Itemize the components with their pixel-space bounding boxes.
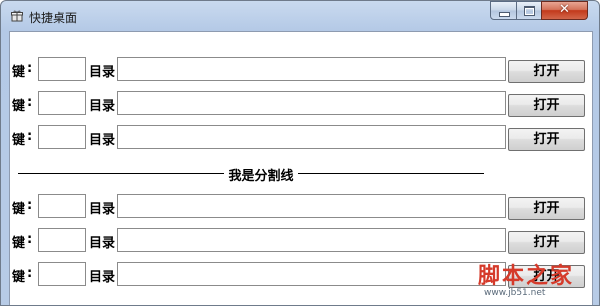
minimize-icon <box>499 12 510 17</box>
maximize-button[interactable] <box>516 1 542 20</box>
minimize-button[interactable] <box>490 1 517 20</box>
key-label: 键 <box>12 202 26 217</box>
maximize-icon <box>524 6 535 16</box>
directory-input[interactable] <box>117 194 506 218</box>
key-colon: : <box>27 232 33 247</box>
key-label: 键 <box>12 133 26 148</box>
open-button[interactable]: 打开 <box>508 60 585 83</box>
key-colon: : <box>27 266 33 281</box>
window-title: 快捷桌面 <box>29 11 78 25</box>
open-button[interactable]: 打开 <box>508 231 585 254</box>
directory-label: 目录 <box>89 99 116 114</box>
key-input[interactable] <box>38 228 86 252</box>
key-colon: : <box>27 61 33 76</box>
shortcut-row-3: 键 : 目录 打开 <box>10 125 594 151</box>
key-colon: : <box>27 198 33 213</box>
title-bar[interactable]: 快捷桌面 ✕ <box>1 1 599 31</box>
close-icon: ✕ <box>559 2 570 17</box>
directory-label: 目录 <box>89 236 116 251</box>
directory-input[interactable] <box>117 262 506 286</box>
key-input[interactable] <box>38 91 86 115</box>
divider-line-right <box>298 173 484 174</box>
key-input[interactable] <box>38 57 86 81</box>
key-label: 键 <box>12 65 26 80</box>
key-label: 键 <box>12 270 26 285</box>
key-colon: : <box>27 95 33 110</box>
divider-line-left <box>18 173 224 174</box>
directory-label: 目录 <box>89 133 116 148</box>
directory-input[interactable] <box>117 125 506 149</box>
shortcut-row-2: 键 : 目录 打开 <box>10 91 594 117</box>
key-label: 键 <box>12 236 26 251</box>
watermark-url: www.jb51.net <box>484 288 546 298</box>
key-input[interactable] <box>38 194 86 218</box>
shortcut-row-5: 键 : 目录 打开 <box>10 228 594 254</box>
key-input[interactable] <box>38 262 86 286</box>
key-input[interactable] <box>38 125 86 149</box>
directory-input[interactable] <box>117 228 506 252</box>
directory-label: 目录 <box>89 202 116 217</box>
divider-label: 我是分割线 <box>228 169 294 184</box>
shortcut-row-1: 键 : 目录 打开 <box>10 57 594 83</box>
key-colon: : <box>27 129 33 144</box>
key-label: 键 <box>12 99 26 114</box>
site-watermark: 脚本之家 www.jb51.net <box>470 258 590 304</box>
open-button[interactable]: 打开 <box>508 197 585 220</box>
open-button[interactable]: 打开 <box>508 128 585 151</box>
directory-input[interactable] <box>117 57 506 81</box>
directory-label: 目录 <box>89 270 116 285</box>
close-button[interactable]: ✕ <box>541 1 588 20</box>
open-button[interactable]: 打开 <box>508 94 585 117</box>
shortcut-row-4: 键 : 目录 打开 <box>10 194 594 220</box>
watermark-title: 脚本之家 <box>478 263 575 289</box>
gift-box-icon <box>11 10 23 22</box>
directory-label: 目录 <box>89 65 116 80</box>
directory-input[interactable] <box>117 91 506 115</box>
